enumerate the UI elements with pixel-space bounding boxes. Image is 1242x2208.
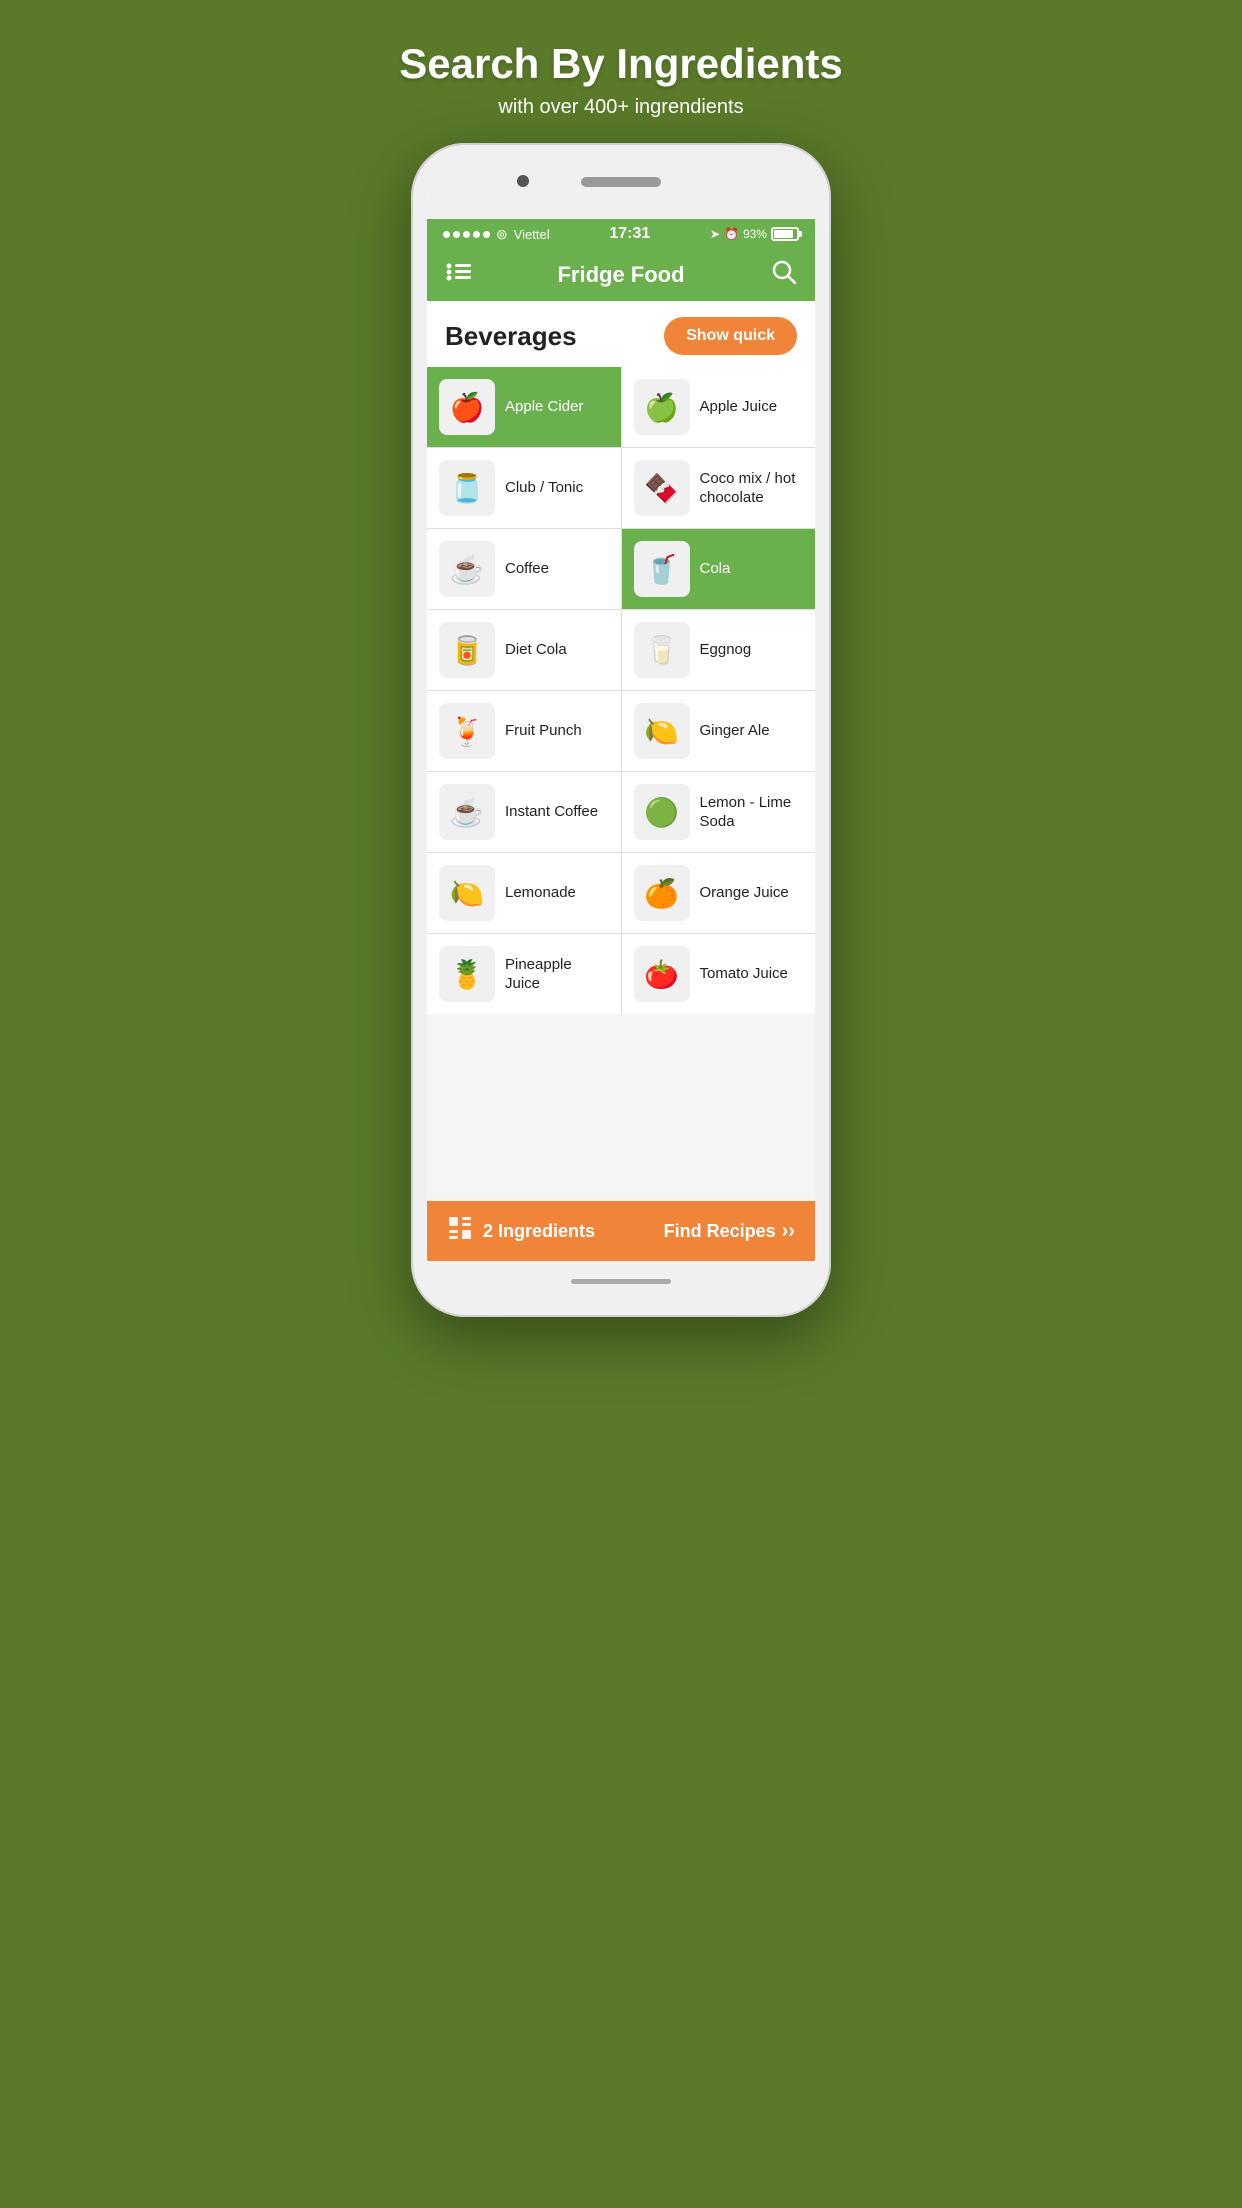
item-label: Tomato Juice bbox=[700, 964, 788, 984]
section-title: Beverages bbox=[445, 321, 577, 352]
alarm-icon: ⏰ bbox=[724, 227, 739, 241]
item-label: Orange Juice bbox=[700, 883, 789, 903]
item-image: 🍊 bbox=[634, 865, 690, 921]
grid-item[interactable]: 🍋 Lemonade bbox=[427, 853, 621, 933]
grid-item[interactable]: 🍊 Orange Juice bbox=[622, 853, 816, 933]
ingredients-icon bbox=[447, 1215, 473, 1247]
battery-percent: 93% bbox=[743, 227, 767, 241]
item-label: Apple Juice bbox=[700, 397, 778, 417]
phone-camera bbox=[517, 175, 529, 187]
item-image: ☕ bbox=[439, 541, 495, 597]
item-image: 🍋 bbox=[634, 703, 690, 759]
grid-item[interactable]: 🍎 Apple Cider bbox=[427, 367, 621, 447]
bottom-bar[interactable]: 2 Ingredients Find Recipes ›› bbox=[427, 1201, 815, 1261]
grid-item[interactable]: 🍫 Coco mix / hot chocolate bbox=[622, 448, 816, 528]
location-icon: ➤ bbox=[710, 227, 720, 241]
ingredients-section: 2 Ingredients bbox=[447, 1215, 595, 1247]
item-image: 🍋 bbox=[439, 865, 495, 921]
item-label: Lemon - Lime Soda bbox=[700, 793, 804, 832]
status-bar: ⊚ Viettel 17:31 ➤ ⏰ 93% bbox=[427, 219, 815, 249]
item-label: Ginger Ale bbox=[700, 721, 770, 741]
phone-screen: ⊚ Viettel 17:31 ➤ ⏰ 93% bbox=[427, 159, 815, 1301]
grid-item[interactable]: 🍋 Ginger Ale bbox=[622, 691, 816, 771]
item-image: 🥤 bbox=[634, 541, 690, 597]
item-label: Pineapple Juice bbox=[505, 955, 609, 994]
page-subtitle: with over 400+ ingrendients bbox=[498, 96, 743, 119]
signal-dots bbox=[443, 231, 490, 238]
item-image: 🍍 bbox=[439, 946, 495, 1002]
grid-item[interactable]: 🥫 Diet Cola bbox=[427, 610, 621, 690]
chevron-right-icon: ›› bbox=[782, 1220, 795, 1243]
item-label: Fruit Punch bbox=[505, 721, 582, 741]
item-label: Coco mix / hot chocolate bbox=[700, 469, 804, 508]
item-label: Apple Cider bbox=[505, 397, 583, 417]
item-image: 🍅 bbox=[634, 946, 690, 1002]
page-title: Search By Ingredients bbox=[399, 40, 842, 88]
grid-item[interactable]: 🫙 Club / Tonic bbox=[427, 448, 621, 528]
search-icon[interactable] bbox=[771, 259, 797, 291]
grid-item[interactable]: 🍅 Tomato Juice bbox=[622, 934, 816, 1014]
item-label: Lemonade bbox=[505, 883, 576, 903]
phone-speaker bbox=[581, 177, 661, 187]
ingredients-count: 2 Ingredients bbox=[483, 1221, 595, 1242]
item-image: 🟢 bbox=[634, 784, 690, 840]
item-image: 🫙 bbox=[439, 460, 495, 516]
nav-title: Fridge Food bbox=[557, 262, 684, 288]
wifi-icon: ⊚ bbox=[496, 226, 508, 243]
phone-bottom-bezel bbox=[427, 1261, 815, 1301]
phone-frame: ⊚ Viettel 17:31 ➤ ⏰ 93% bbox=[411, 143, 831, 1317]
item-image: 🍹 bbox=[439, 703, 495, 759]
grid-item[interactable]: 🥛 Eggnog bbox=[622, 610, 816, 690]
grid-item[interactable]: 🍹 Fruit Punch bbox=[427, 691, 621, 771]
nav-bar: Fridge Food bbox=[427, 249, 815, 301]
find-recipes-section[interactable]: Find Recipes ›› bbox=[664, 1220, 795, 1243]
item-image: 🥛 bbox=[634, 622, 690, 678]
item-label: Coffee bbox=[505, 559, 549, 579]
item-label: Cola bbox=[700, 559, 731, 579]
item-image: 🍏 bbox=[634, 379, 690, 435]
grid-item[interactable]: 🟢 Lemon - Lime Soda bbox=[622, 772, 816, 852]
item-image: 🥫 bbox=[439, 622, 495, 678]
grid-item[interactable]: ☕ Instant Coffee bbox=[427, 772, 621, 852]
item-label: Eggnog bbox=[700, 640, 752, 660]
find-recipes-label: Find Recipes bbox=[664, 1221, 776, 1242]
grid-item[interactable]: 🥤 Cola bbox=[622, 529, 816, 609]
items-grid: 🍎 Apple Cider 🍏 Apple Juice 🫙 Club / Tonic 🍫 Co… bbox=[427, 367, 815, 1014]
content-area: Beverages Show quick 🍎 Apple Cider 🍏 Apple … bbox=[427, 301, 815, 1201]
phone-top-bezel bbox=[427, 159, 815, 219]
section-header: Beverages Show quick bbox=[427, 301, 815, 367]
item-image: ☕ bbox=[439, 784, 495, 840]
menu-icon[interactable] bbox=[445, 262, 471, 288]
item-image: 🍫 bbox=[634, 460, 690, 516]
grid-item[interactable]: 🍏 Apple Juice bbox=[622, 367, 816, 447]
grid-item[interactable]: ☕ Coffee bbox=[427, 529, 621, 609]
item-label: Club / Tonic bbox=[505, 478, 583, 498]
item-image: 🍎 bbox=[439, 379, 495, 435]
carrier-label: Viettel bbox=[514, 227, 550, 242]
time-display: 17:31 bbox=[609, 225, 650, 243]
battery-icon bbox=[771, 227, 799, 241]
grid-item[interactable]: 🍍 Pineapple Juice bbox=[427, 934, 621, 1014]
home-indicator bbox=[571, 1279, 671, 1284]
item-label: Instant Coffee bbox=[505, 802, 598, 822]
item-label: Diet Cola bbox=[505, 640, 567, 660]
status-left: ⊚ Viettel bbox=[443, 226, 550, 243]
status-right: ➤ ⏰ 93% bbox=[710, 227, 799, 241]
show-quick-button[interactable]: Show quick bbox=[664, 317, 797, 355]
